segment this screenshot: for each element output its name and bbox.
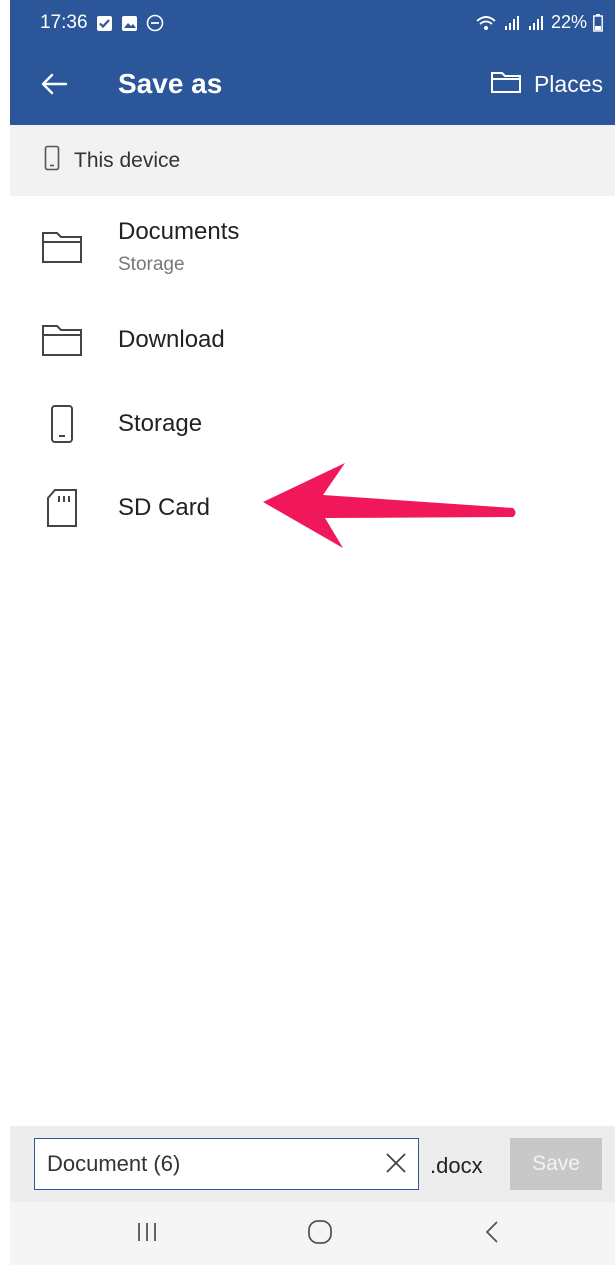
- places-label: Places: [533, 70, 603, 97]
- recents-icon: [135, 1221, 159, 1248]
- status-time: 17:36: [40, 12, 88, 33]
- location-label: This device: [74, 148, 181, 172]
- back-nav-icon: [484, 1220, 500, 1249]
- filename-input[interactable]: [47, 1151, 367, 1177]
- list-item-documents[interactable]: Documents Storage: [10, 196, 615, 298]
- page-title: Save as: [118, 68, 223, 99]
- location-header[interactable]: This device: [10, 125, 615, 196]
- signal-icon: [503, 14, 521, 32]
- image-icon: [121, 15, 138, 32]
- phone-icon: [40, 404, 84, 444]
- back-nav-button[interactable]: [472, 1214, 512, 1254]
- home-icon: [307, 1219, 333, 1250]
- list-item-storage[interactable]: Storage: [10, 382, 615, 466]
- system-nav-bar: [10, 1202, 615, 1265]
- close-icon: [384, 1151, 408, 1180]
- status-left: 17:36: [40, 12, 164, 34]
- folder-icon: [40, 320, 84, 360]
- folder-list: Documents Storage Download Storage SD Ca…: [10, 196, 615, 550]
- phone-icon: [44, 145, 60, 176]
- file-extension: .docx: [430, 1153, 483, 1178]
- status-right: 22%: [475, 12, 603, 33]
- home-button[interactable]: [300, 1214, 340, 1254]
- save-bar: .docx Save: [10, 1126, 615, 1202]
- clear-button[interactable]: [382, 1151, 410, 1179]
- battery-icon: [593, 13, 603, 32]
- status-bar: 17:36 22%: [10, 0, 615, 48]
- list-item-name: Storage: [118, 410, 203, 437]
- check-box-icon: [96, 15, 113, 32]
- filename-field[interactable]: [34, 1138, 419, 1190]
- back-arrow-icon: [40, 72, 68, 101]
- list-item-name: Download: [118, 326, 225, 353]
- sd-card-icon: [40, 488, 84, 528]
- do-not-disturb-icon: [146, 14, 164, 32]
- folder-icon: [490, 68, 522, 100]
- list-item-download[interactable]: Download: [10, 298, 615, 382]
- app-bar: Save as Places: [10, 48, 615, 125]
- recents-button[interactable]: [127, 1214, 167, 1254]
- battery-percent: 22%: [550, 12, 587, 32]
- list-item-subtitle: Storage: [118, 254, 185, 275]
- list-item-name: SD Card: [118, 494, 211, 521]
- save-button[interactable]: Save: [510, 1138, 602, 1190]
- list-item-sd-card[interactable]: SD Card: [10, 466, 615, 550]
- list-item-name: Documents: [118, 218, 240, 245]
- back-button[interactable]: [36, 68, 72, 104]
- signal-icon: [527, 14, 545, 32]
- wifi-icon: [475, 14, 497, 32]
- folder-icon: [40, 227, 84, 267]
- places-button[interactable]: Places: [490, 68, 603, 100]
